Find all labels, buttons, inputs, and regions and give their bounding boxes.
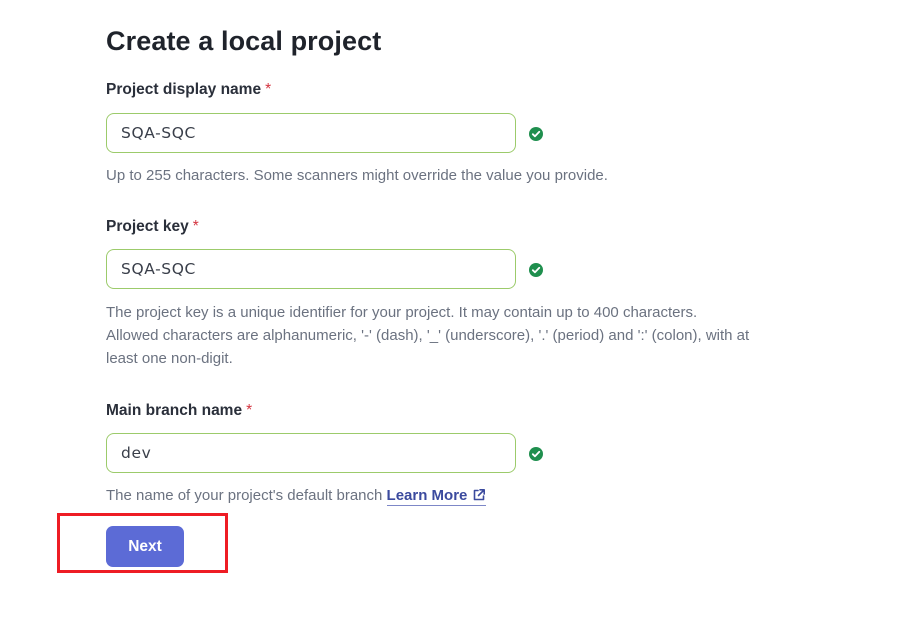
learn-more-label: Learn More — [386, 487, 468, 504]
display-name-label: Project display name * — [106, 81, 271, 99]
project-key-input[interactable] — [106, 249, 516, 289]
project-key-help-line: Allowed characters are alphanumeric, '-'… — [106, 327, 750, 344]
annotation-highlight-box — [57, 513, 228, 573]
required-marker: * — [192, 218, 199, 235]
main-branch-label-text: Main branch name — [106, 402, 243, 419]
project-key-help-line: least one non-digit. — [106, 350, 233, 367]
main-branch-label: Main branch name * — [106, 402, 252, 420]
main-branch-input[interactable] — [106, 433, 516, 473]
required-marker: * — [265, 81, 272, 98]
check-circle-icon — [529, 127, 543, 141]
project-key-label: Project key * — [106, 218, 199, 236]
learn-more-link[interactable]: Learn More — [386, 487, 487, 506]
external-link-icon — [474, 489, 486, 501]
main-branch-help: The name of your project's default branc… — [106, 484, 866, 507]
display-name-label-text: Project display name — [106, 81, 262, 98]
check-circle-icon — [529, 263, 543, 277]
display-name-input[interactable] — [106, 113, 516, 153]
required-marker: * — [246, 402, 253, 419]
project-key-help-line: The project key is a unique identifier f… — [106, 304, 698, 321]
project-key-label-text: Project key — [106, 218, 189, 235]
check-circle-icon — [529, 447, 543, 461]
display-name-help: Up to 255 characters. Some scanners migh… — [106, 167, 608, 184]
main-branch-help-text: The name of your project's default branc… — [106, 487, 383, 504]
project-key-help: The project key is a unique identifier f… — [106, 301, 866, 370]
page-title: Create a local project — [106, 26, 382, 56]
